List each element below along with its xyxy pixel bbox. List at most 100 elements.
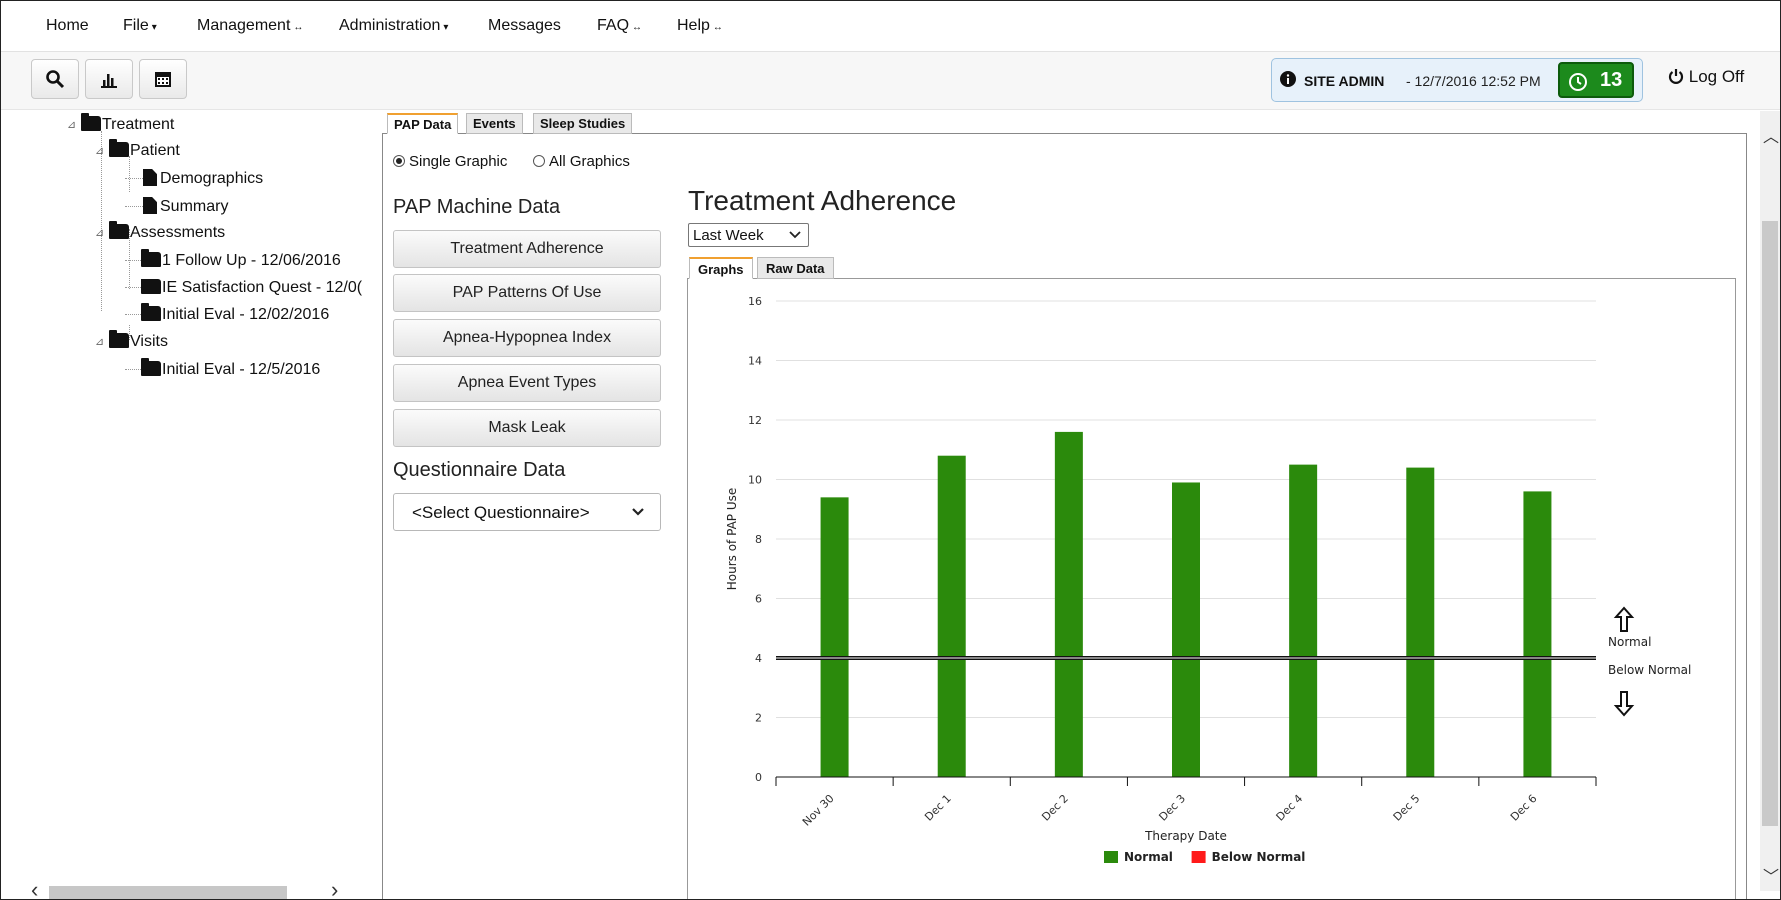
menu-file-label: File [123, 17, 149, 34]
button-label: Apnea-Hypopnea Index [442, 329, 612, 346]
tree-node-visits[interactable]: ⊿ Visits [95, 330, 168, 351]
logoff-button[interactable]: Log Off [1668, 67, 1744, 87]
session-timer-badge[interactable]: 13 [1558, 62, 1634, 98]
tree-label: Visits [130, 333, 168, 350]
legend-label: Below Normal [1212, 850, 1306, 864]
menu-file[interactable]: File ▾ [123, 17, 157, 35]
tree-label: Initial Eval - 12/5/2016 [162, 361, 321, 378]
menu-messages-label: Messages [488, 17, 561, 34]
treatment-adherence-button[interactable]: Treatment Adherence [393, 230, 661, 268]
tree-label: Assessments [130, 224, 226, 241]
tree-line [125, 314, 141, 316]
calendar-button[interactable] [139, 59, 187, 99]
tree-horizontal-scrollbar[interactable]: ‹ › [1, 877, 351, 899]
search-button[interactable] [31, 59, 79, 99]
chevron-left-icon[interactable]: ‹ [31, 877, 38, 899]
bar-dec-6 [1523, 491, 1552, 777]
collapse-icon[interactable]: ⊿ [95, 144, 109, 157]
tree-node-treatment[interactable]: ⊿ Treatment [67, 113, 174, 134]
y-tick-label: 6 [755, 593, 762, 606]
arrow-up-icon [1613, 606, 1635, 632]
menu-faq[interactable]: FAQ ↔ [597, 17, 642, 35]
bar-dec-4 [1289, 464, 1318, 777]
tree-label: Initial Eval - 12/02/2016 [162, 306, 330, 323]
tree-node-demographics[interactable]: Demographics [125, 169, 263, 188]
y-axis-title: Hours of PAP Use [725, 488, 739, 591]
y-tick-label: 8 [755, 533, 762, 546]
questionnaire-selected-value: <Select Questionnaire> [412, 503, 590, 522]
radio-all-graphics[interactable]: All Graphics [533, 153, 630, 170]
caret-down-icon: ▾ [443, 22, 449, 33]
tree-node-assessments[interactable]: ⊿ Assessments [95, 221, 226, 242]
document-icon [143, 169, 157, 186]
x-tick-label: Dec 5 [1391, 792, 1423, 824]
x-tick-label: Dec 2 [1039, 792, 1071, 824]
tab-raw-data[interactable]: Raw Data [757, 257, 834, 279]
date-range-select[interactable]: Last Week [688, 223, 809, 247]
chevron-down-icon[interactable]: ﹀ [1763, 863, 1779, 887]
button-label: Apnea Event Types [457, 374, 597, 391]
tab-graphs[interactable]: Graphs [689, 257, 753, 279]
login-datetime: - 12/7/2016 12:52 PM [1406, 73, 1541, 89]
double-arrow-icon: ↔ [632, 22, 643, 33]
logoff-label: Log Off [1688, 67, 1745, 86]
tree-node-satisfaction[interactable]: IE Satisfaction Quest - 12/0( [125, 279, 371, 297]
power-icon [1668, 69, 1684, 84]
tab-pap-data[interactable]: PAP Data [387, 113, 459, 134]
collapse-icon[interactable]: ⊿ [95, 335, 109, 348]
double-arrow-icon: ↔ [293, 22, 304, 33]
tree-node-followup[interactable]: 1 Follow Up - 12/06/2016 [125, 249, 341, 270]
apnea-hypopnea-index-button[interactable]: Apnea-Hypopnea Index [393, 319, 661, 357]
y-tick-label: 4 [755, 652, 762, 665]
questionnaire-select[interactable]: <Select Questionnaire> [393, 493, 661, 531]
caret-down-icon: ▾ [151, 22, 157, 33]
y-tick-label: 16 [748, 295, 762, 308]
user-role: SITE ADMIN [1304, 73, 1385, 89]
x-tick-label: Dec 3 [1156, 792, 1188, 824]
tree-node-initial-eval-assessment[interactable]: Initial Eval - 12/02/2016 [125, 303, 330, 324]
tab-sleep-studies[interactable]: Sleep Studies [533, 113, 633, 134]
bar-dec-5 [1406, 467, 1435, 777]
tree-node-summary[interactable]: Summary [125, 197, 228, 216]
bar-dec-1 [937, 455, 966, 777]
arrow-down-icon [1613, 691, 1635, 717]
button-label: Treatment Adherence [450, 240, 604, 257]
menu-help[interactable]: Help ↔ [677, 17, 723, 35]
tree-node-patient[interactable]: ⊿ Patient [95, 139, 180, 160]
collapse-icon[interactable]: ⊿ [67, 118, 81, 131]
app-window: Home File ▾ Management ↔ Administration ▾ M… [0, 0, 1781, 900]
page-vertical-scrollbar[interactable]: ︿ ﹀ [1760, 111, 1780, 891]
collapse-icon[interactable]: ⊿ [95, 226, 109, 239]
document-icon [143, 197, 157, 214]
mask-leak-button[interactable]: Mask Leak [393, 409, 661, 447]
chart-button[interactable] [85, 59, 133, 99]
scroll-thumb[interactable] [1762, 221, 1778, 826]
menu-help-label: Help [677, 17, 710, 34]
chevron-down-icon [789, 231, 801, 239]
legend-swatch [1104, 851, 1118, 863]
pap-patterns-button[interactable]: PAP Patterns Of Use [393, 274, 661, 312]
menu-home-label: Home [46, 17, 89, 34]
menu-administration[interactable]: Administration ▾ [339, 17, 448, 35]
questionnaire-data-heading: Questionnaire Data [393, 459, 566, 481]
menu-messages[interactable]: Messages [488, 17, 561, 35]
folder-icon [141, 358, 161, 376]
tree-line [125, 287, 141, 289]
bar-nov-30 [820, 497, 849, 777]
legend-swatch [1191, 851, 1206, 863]
apnea-event-types-button[interactable]: Apnea Event Types [393, 364, 661, 402]
tree-line [125, 369, 141, 371]
double-arrow-icon: ↔ [712, 22, 723, 33]
folder-icon [109, 139, 129, 157]
date-range-value: Last Week [693, 227, 764, 244]
folder-icon [109, 330, 129, 348]
scroll-thumb[interactable] [49, 886, 287, 899]
radio-single-graphic[interactable]: Single Graphic [393, 153, 507, 170]
menu-home[interactable]: Home [46, 17, 89, 35]
info-icon [1280, 71, 1296, 87]
tab-events[interactable]: Events [466, 113, 523, 134]
chevron-up-icon[interactable]: ︿ [1763, 123, 1779, 147]
menu-management[interactable]: Management ↔ [197, 17, 303, 35]
tree-node-initial-eval-visit[interactable]: Initial Eval - 12/5/2016 [125, 358, 321, 379]
chevron-right-icon[interactable]: › [331, 877, 338, 899]
